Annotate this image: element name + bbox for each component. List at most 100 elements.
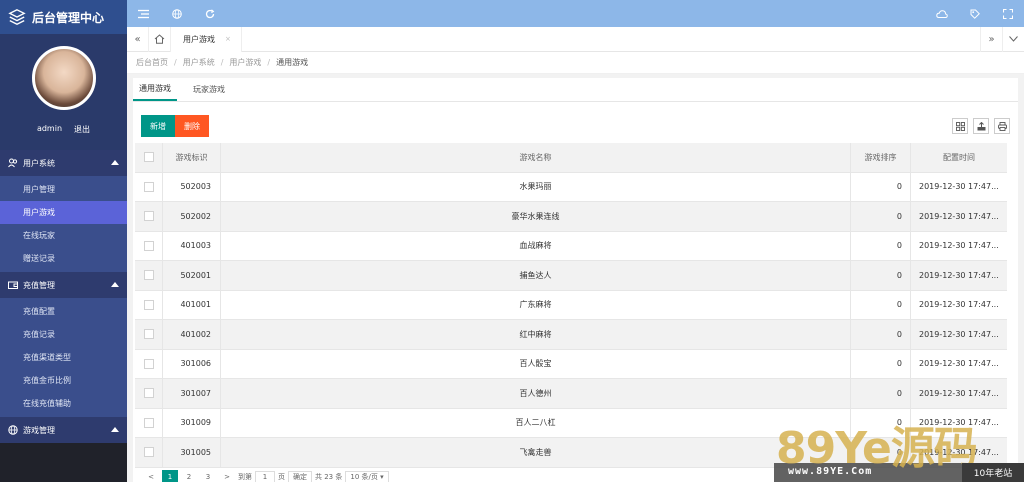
table-row[interactable]: 401003 血战麻将 0 2019-12-30 17:47...	[135, 231, 1007, 261]
row-checkbox-cell	[135, 261, 163, 290]
user-profile: admin 退出	[0, 34, 127, 150]
tag-icon[interactable]	[958, 0, 991, 27]
tabs-scroll-right-icon[interactable]: »	[980, 26, 1002, 52]
table-row[interactable]: 502003 水果玛丽 0 2019-12-30 17:47...	[135, 172, 1007, 202]
select-all-checkbox[interactable]	[143, 152, 154, 163]
logout-link[interactable]: 退出	[74, 124, 90, 135]
close-icon[interactable]: ×	[225, 35, 231, 43]
submenu-recharge: 充值配置 充值记录 充值渠道类型 充值金币比例 在线充值辅助	[0, 298, 127, 417]
page-3-button[interactable]: 3	[200, 470, 216, 482]
sidebar-item-user-manage[interactable]: 用户管理	[0, 178, 127, 201]
chevron-up-icon	[111, 282, 119, 287]
cell-game-name: 百人骰宝	[221, 349, 851, 378]
page-1-button[interactable]: 1	[162, 470, 178, 482]
row-checkbox[interactable]	[143, 388, 154, 399]
app-logo[interactable]: 后台管理中心	[0, 0, 127, 34]
sidebar-item-online-players[interactable]: 在线玩家	[0, 224, 127, 247]
cell-game-id: 401002	[163, 320, 221, 349]
row-checkbox-cell	[135, 320, 163, 349]
print-icon[interactable]	[994, 118, 1010, 134]
table-row[interactable]: 301009 百人二八杠 0 2019-12-30 17:47...	[135, 408, 1007, 438]
home-icon[interactable]	[149, 26, 171, 52]
page-number-input[interactable]: 1	[255, 470, 275, 482]
cell-game-name: 捕鱼达人	[221, 261, 851, 290]
total-count: 共 23 条	[315, 473, 343, 481]
top-bar	[127, 0, 1024, 27]
cell-game-sort: 0	[851, 231, 911, 260]
page-size-select[interactable]: 10 条/页 ▾	[345, 470, 389, 482]
header-game-id[interactable]: 游戏标识	[163, 143, 221, 172]
goto-label: 到第	[238, 473, 252, 481]
tab-common-games[interactable]: 通用游戏	[133, 77, 177, 101]
table-row[interactable]: 401001 广东麻将 0 2019-12-30 17:47...	[135, 290, 1007, 320]
cell-game-sort: 0	[851, 408, 911, 437]
table-row[interactable]: 301007 百人德州 0 2019-12-30 17:47...	[135, 379, 1007, 409]
refresh-icon[interactable]	[193, 0, 226, 27]
menu-icon[interactable]	[127, 0, 160, 27]
breadcrumb-item[interactable]: 用户系统	[183, 57, 215, 68]
table-row[interactable]: 502002 豪华水果连线 0 2019-12-30 17:47...	[135, 202, 1007, 232]
cell-config-time: 2019-12-30 17:47...	[919, 418, 999, 428]
row-checkbox-cell	[135, 379, 163, 408]
menu-group-games[interactable]: 游戏管理	[0, 417, 127, 443]
cell-game-id: 301005	[163, 438, 221, 467]
breadcrumb-item[interactable]: 用户游戏	[229, 57, 261, 68]
columns-filter-icon[interactable]	[952, 118, 968, 134]
export-icon[interactable]	[973, 118, 989, 134]
sidebar-item-gift-records[interactable]: 赠送记录	[0, 247, 127, 270]
next-page-button[interactable]: >	[219, 470, 235, 482]
table-toolbar: 新增 删除	[141, 112, 1010, 140]
globe-icon[interactable]	[160, 0, 193, 27]
row-checkbox[interactable]	[143, 270, 154, 281]
goto-confirm-button[interactable]: 确定	[288, 470, 312, 482]
row-checkbox[interactable]	[143, 447, 154, 458]
tabs-scroll-left-icon[interactable]: «	[127, 26, 149, 52]
row-checkbox[interactable]	[143, 181, 154, 192]
prev-page-button[interactable]: <	[143, 470, 159, 482]
row-checkbox[interactable]	[143, 329, 154, 340]
row-checkbox[interactable]	[143, 240, 154, 251]
row-checkbox-cell	[135, 172, 163, 201]
cell-game-name: 豪华水果连线	[221, 202, 851, 231]
sidebar: 后台管理中心 admin 退出 用户系统 用户管理 用户游戏 在线玩家 赠送记录…	[0, 0, 127, 482]
tab-player-games[interactable]: 玩家游戏	[187, 77, 231, 101]
sidebar-item-recharge-channel[interactable]: 充值渠道类型	[0, 346, 127, 369]
cloud-icon[interactable]	[925, 0, 958, 27]
avatar[interactable]	[31, 46, 96, 110]
cell-game-sort: 0	[851, 261, 911, 290]
sidebar-item-recharge-records[interactable]: 充值记录	[0, 323, 127, 346]
row-checkbox[interactable]	[143, 417, 154, 428]
row-checkbox[interactable]	[143, 299, 154, 310]
sidebar-item-recharge-config[interactable]: 充值配置	[0, 300, 127, 323]
cell-config-time: 2019-12-30 17:47...	[919, 270, 999, 280]
cell-game-sort: 0	[851, 172, 911, 201]
username-link[interactable]: admin	[37, 124, 62, 135]
row-checkbox[interactable]	[143, 358, 154, 369]
header-game-sort[interactable]: 游戏排序	[851, 143, 911, 172]
table-row[interactable]: 401002 红中麻将 0 2019-12-30 17:47...	[135, 320, 1007, 350]
menu-group-label: 用户系统	[23, 158, 55, 168]
header-game-name[interactable]: 游戏名称	[221, 143, 851, 172]
add-button[interactable]: 新增	[141, 115, 175, 137]
table-row[interactable]: 301006 百人骰宝 0 2019-12-30 17:47...	[135, 349, 1007, 379]
chevron-down-icon[interactable]	[1002, 26, 1024, 52]
breadcrumb-separator: /	[174, 58, 177, 67]
cell-game-name: 飞禽走兽	[221, 438, 851, 467]
fullscreen-icon[interactable]	[991, 0, 1024, 27]
table-row[interactable]: 502001 捕鱼达人 0 2019-12-30 17:47...	[135, 261, 1007, 291]
page-2-button[interactable]: 2	[181, 470, 197, 482]
delete-button[interactable]: 删除	[175, 115, 209, 137]
header-config-time[interactable]: 配置时间	[911, 143, 1007, 172]
sidebar-item-user-games[interactable]: 用户游戏	[0, 201, 127, 224]
tab-user-games[interactable]: 用户游戏 ×	[171, 26, 242, 52]
row-checkbox[interactable]	[143, 211, 154, 222]
row-checkbox-cell	[135, 290, 163, 319]
table-row[interactable]: 301005 飞禽走兽 0 2019-12-30 17:47...	[135, 438, 1007, 468]
menu-group-users[interactable]: 用户系统	[0, 150, 127, 176]
page-size-value: 10 条/页	[350, 473, 378, 481]
breadcrumb-item[interactable]: 后台首页	[136, 57, 168, 68]
sidebar-item-online-recharge-helper[interactable]: 在线充值辅助	[0, 392, 127, 415]
menu-group-recharge[interactable]: 充值管理	[0, 272, 127, 298]
sidebar-item-coin-ratio[interactable]: 充值金币比例	[0, 369, 127, 392]
page-unit-label: 页	[278, 473, 285, 481]
